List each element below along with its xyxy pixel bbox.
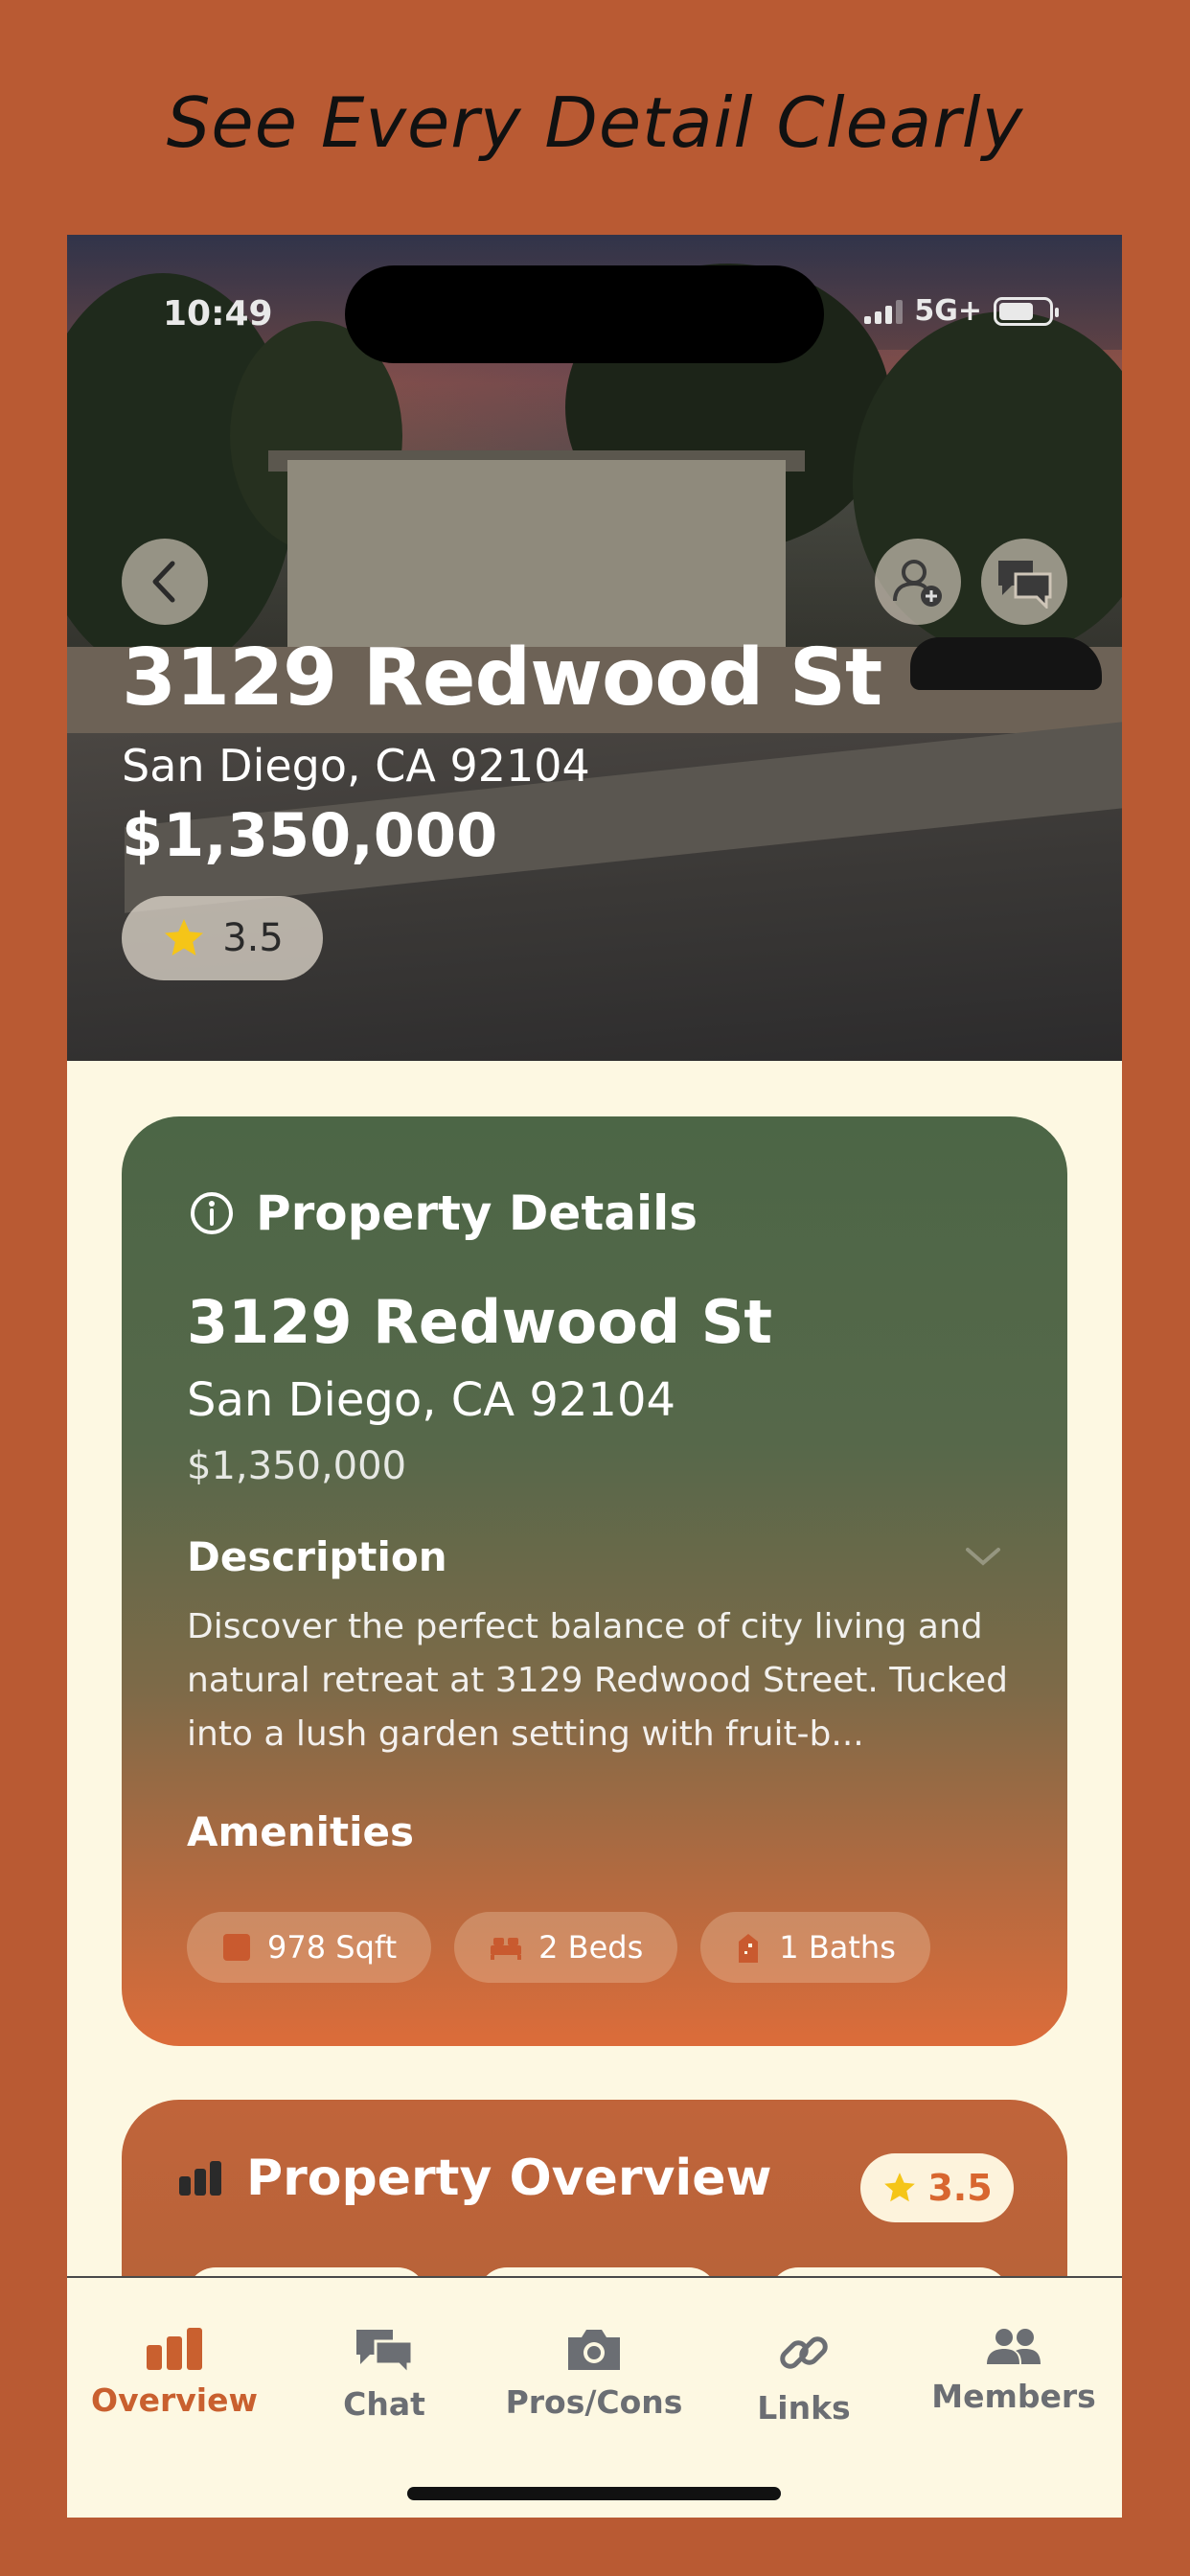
camera-icon	[568, 2330, 620, 2370]
overview-header: Property Overview	[177, 2150, 772, 2207]
chat-bubbles-icon	[998, 561, 1052, 609]
tab-pros-cons[interactable]: Pros/Cons	[489, 2326, 699, 2421]
link-icon	[780, 2336, 828, 2369]
rating-pill[interactable]: 3.5	[122, 896, 323, 980]
amenity-beds: 2 Beds	[454, 1912, 678, 1983]
chart-icon	[147, 2328, 202, 2370]
amenities-list: 978 Sqft 2 Beds 1 Baths	[187, 1912, 930, 1983]
hero-city: San Diego, CA 92104	[122, 740, 590, 792]
tab-overview[interactable]: Overview	[69, 2326, 280, 2419]
star-icon	[165, 919, 204, 955]
hero-title: 3129 Redwood St	[122, 632, 882, 724]
bed-icon	[491, 1938, 522, 1960]
members-icon	[987, 2329, 1041, 2364]
status-indicators: 5G+	[864, 294, 1059, 328]
tab-members[interactable]: Members	[908, 2326, 1119, 2415]
square-icon	[223, 1934, 250, 1961]
details-title: 3129 Redwood St	[187, 1287, 773, 1357]
battery-icon	[994, 296, 1059, 326]
bar-chart-icon	[179, 2161, 221, 2196]
info-icon	[191, 1192, 233, 1234]
network-label: 5G+	[914, 294, 982, 328]
back-button[interactable]	[122, 539, 208, 625]
amenities-label: Amenities	[187, 1808, 415, 1855]
hero-price: $1,350,000	[122, 800, 498, 870]
chevron-left-icon	[152, 561, 175, 603]
details-header: Property Details	[189, 1185, 698, 1241]
details-header-label: Property Details	[256, 1185, 698, 1241]
dynamic-island	[345, 265, 824, 363]
person-add-icon	[893, 560, 942, 607]
description-text: Discover the perfect balance of city liv…	[187, 1607, 1009, 1754]
house	[287, 460, 786, 652]
tab-links[interactable]: Links	[698, 2326, 909, 2426]
home-indicator	[407, 2487, 781, 2500]
chat-icon	[356, 2330, 414, 2376]
star-icon	[884, 2173, 916, 2202]
details-price: $1,350,000	[187, 1444, 407, 1488]
shower-icon	[739, 1934, 759, 1963]
details-city: San Diego, CA 92104	[187, 1373, 676, 1427]
overview-rating-badge: 3.5	[860, 2153, 1014, 2222]
chevron-down-icon[interactable]	[964, 1546, 1002, 1569]
description-label: Description	[187, 1533, 447, 1580]
hero-photo: 10:49 5G+ 3129 Redwood St San Diego, CA …	[67, 235, 1122, 1061]
rating-value: 3.5	[222, 916, 284, 960]
phone-screen: 10:49 5G+ 3129 Redwood St San Diego, CA …	[67, 235, 1122, 2518]
amenity-sqft: 978 Sqft	[187, 1912, 432, 1983]
status-time: 10:49	[163, 294, 273, 334]
marketing-headline: See Every Detail Clearly	[166, 82, 1024, 163]
tab-chat[interactable]: Chat	[279, 2326, 490, 2423]
amenity-baths: 1 Baths	[700, 1912, 930, 1983]
chat-button[interactable]	[981, 539, 1067, 625]
signal-icon	[864, 299, 904, 324]
overview-rating-value: 3.5	[927, 2167, 993, 2209]
tab-bar: Overview Chat Pros/Cons Links Members	[67, 2276, 1122, 2518]
car	[910, 637, 1102, 690]
add-member-button[interactable]	[875, 539, 961, 625]
overview-header-label: Property Overview	[246, 2150, 772, 2207]
property-details-card: Property Details 3129 Redwood St San Die…	[122, 1116, 1067, 2046]
